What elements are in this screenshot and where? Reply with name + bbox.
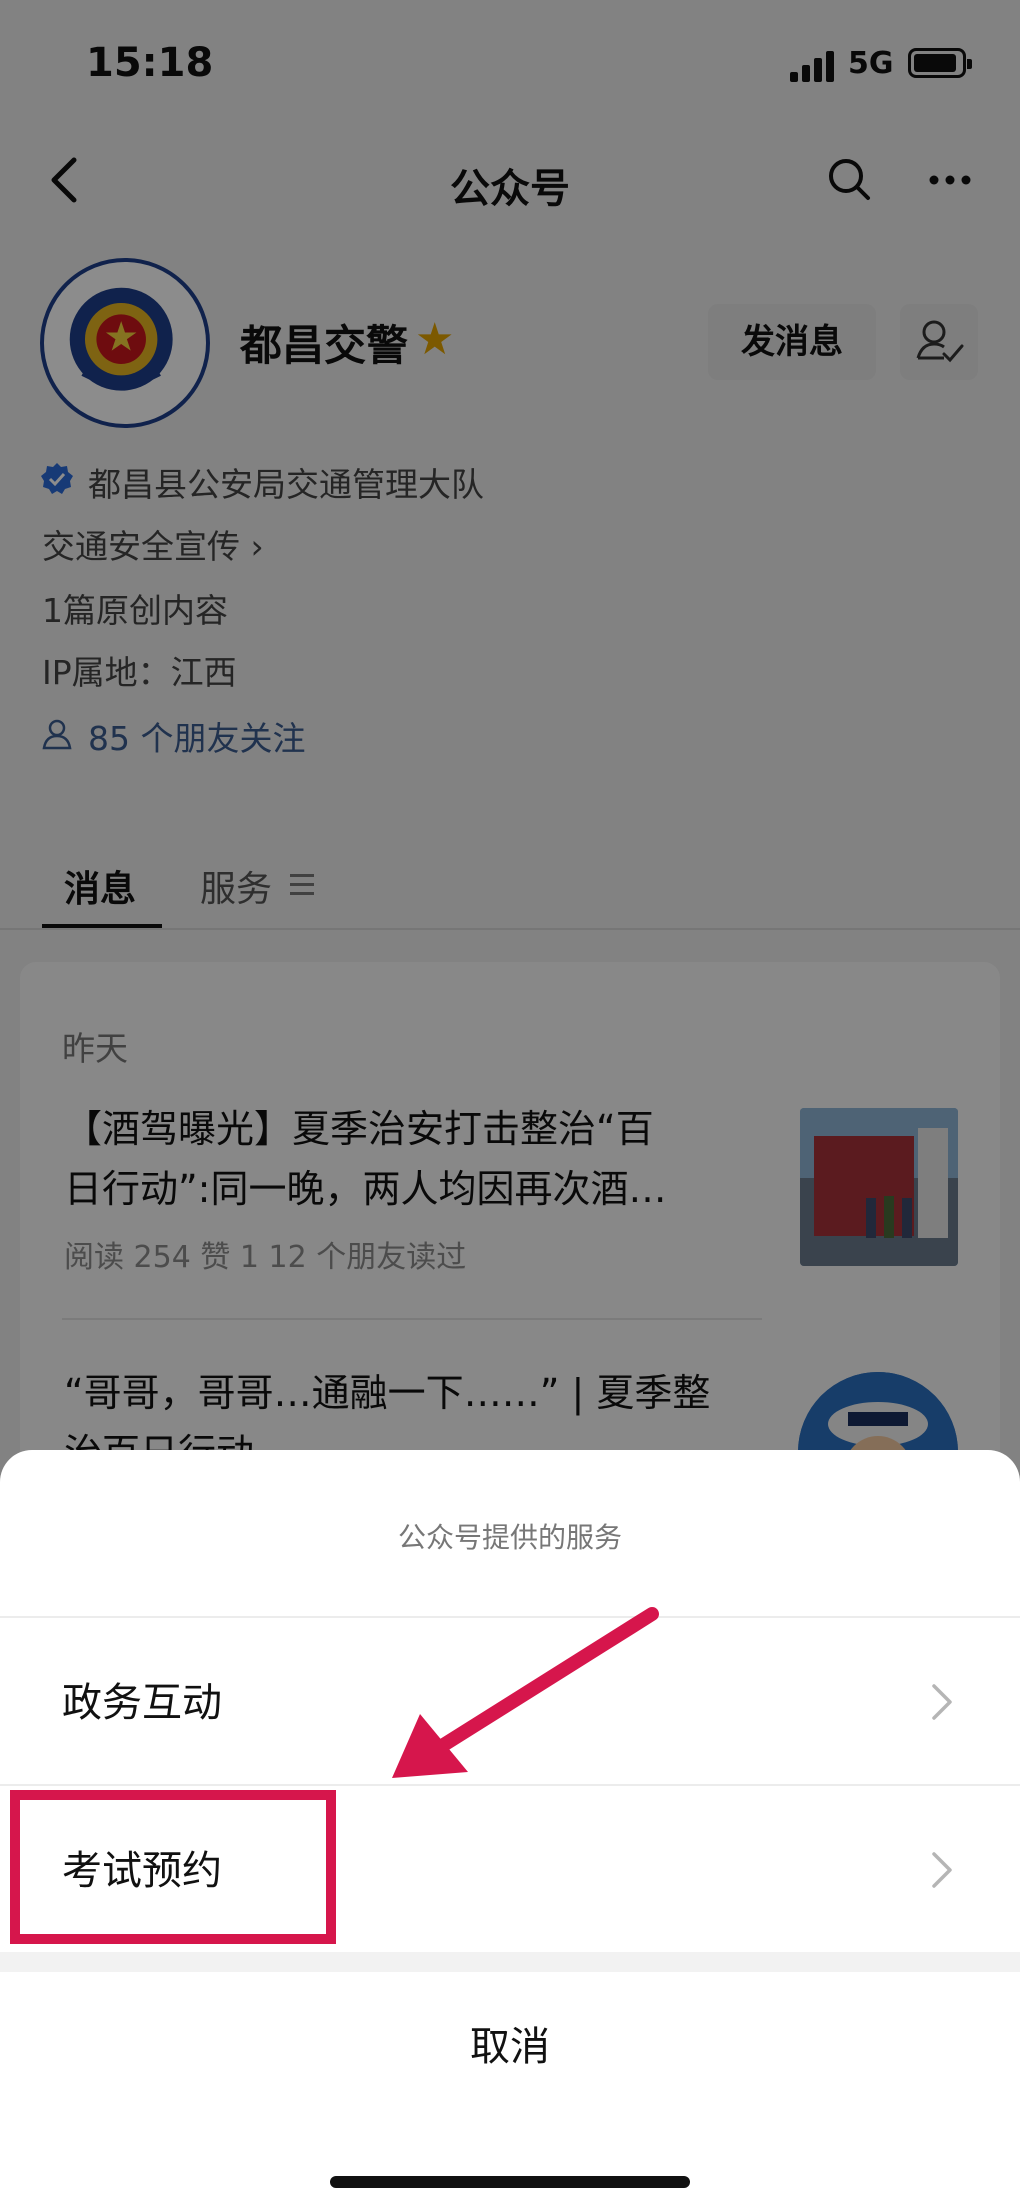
section-gap bbox=[0, 1952, 1020, 1972]
annotation-highlight-box bbox=[10, 1790, 336, 1944]
cancel-button[interactable]: 取消 bbox=[0, 2014, 1020, 2072]
chevron-right-icon bbox=[932, 1684, 952, 1720]
annotation-arrow-icon bbox=[392, 1607, 659, 1778]
sheet-title: 公众号提供的服务 bbox=[397, 1521, 622, 1554]
home-indicator[interactable] bbox=[330, 2176, 690, 2188]
service-item-label: 政务互动 bbox=[62, 1680, 222, 1726]
chevron-right-icon bbox=[932, 1852, 952, 1888]
